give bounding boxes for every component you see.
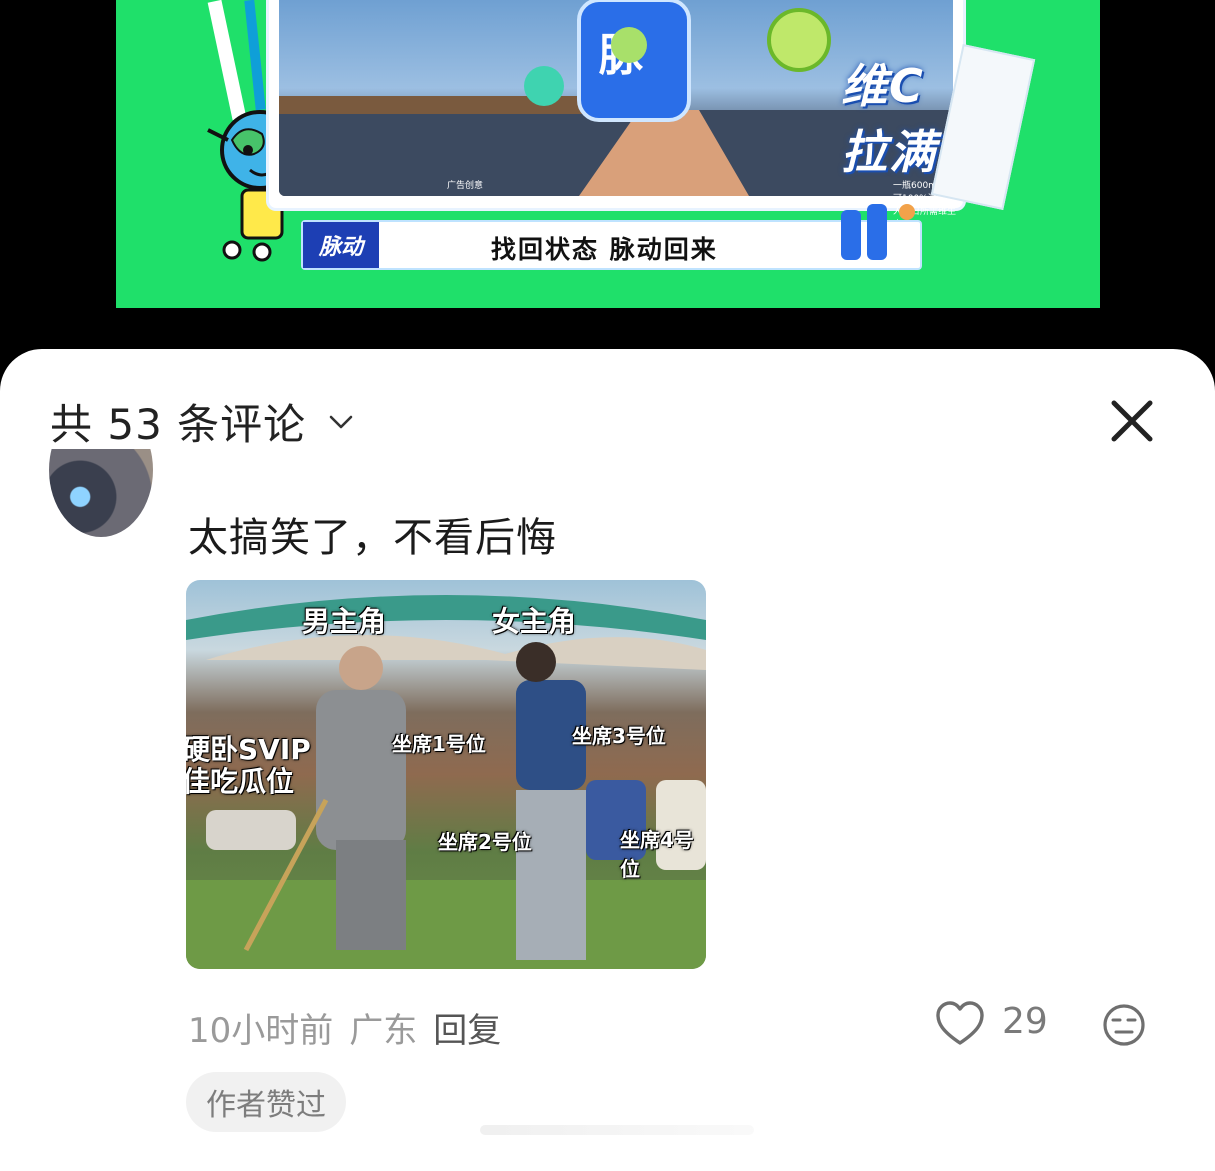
image-label-male-lead: 男主角 bbox=[302, 605, 387, 638]
author-liked-badge: 作者赞过 bbox=[186, 1072, 346, 1132]
image-label-seat-4: 坐席4号位 bbox=[620, 828, 694, 881]
comment-time: 10小时前 bbox=[188, 1011, 334, 1051]
comment-meta: 10小时前 广东 回复 bbox=[188, 1003, 517, 1052]
brand-logo: 脉动 bbox=[303, 222, 379, 268]
video-player[interactable]: 脉 维C拉满 广告创意 一瓶600ml脉动可100%满足成人每日所需维生素C 脉… bbox=[0, 0, 1215, 349]
comment-image[interactable]: 男主角 女主角 硬卧SVIP 佳吃瓜位 坐席1号位 坐席3号位 坐席2号位 坐席… bbox=[186, 580, 706, 969]
like-count: 29 bbox=[1002, 1001, 1048, 1042]
comments-sheet: 共 53 条评论 太搞笑了，不看后悔 男主角 女主角 硬卧SVIP 佳吃瓜位 坐… bbox=[0, 349, 1215, 1171]
comment-location: 广东 bbox=[349, 1011, 418, 1051]
ad-video-frame: 脉 维C拉满 广告创意 一瓶600ml脉动可100%满足成人每日所需维生素C bbox=[266, 0, 966, 230]
image-label-female-lead: 女主角 bbox=[492, 605, 577, 638]
bottles-icon bbox=[841, 204, 915, 260]
chevron-down-icon[interactable] bbox=[328, 409, 354, 435]
image-label-svip-line2: 佳吃瓜位 bbox=[186, 765, 295, 798]
ad-slogan-bar: 脉动 找回状态 脉动回来 bbox=[301, 204, 922, 270]
ad-slogan: 找回状态 脉动回来 bbox=[491, 235, 718, 264]
reply-button[interactable]: 回复 bbox=[433, 1003, 501, 1052]
image-label-svip-line1: 硬卧SVIP bbox=[186, 733, 311, 766]
comments-header[interactable]: 共 53 条评论 bbox=[50, 391, 354, 452]
image-label-svip: 硬卧SVIP 佳吃瓜位 bbox=[186, 734, 311, 798]
heart-icon[interactable] bbox=[936, 1001, 984, 1047]
ad-fineprint-left: 广告创意 bbox=[447, 181, 484, 191]
image-label-seat-3: 坐席3号位 bbox=[572, 724, 666, 748]
ad-banner[interactable]: 脉 维C拉满 广告创意 一瓶600ml脉动可100%满足成人每日所需维生素C 脉… bbox=[116, 0, 1100, 308]
avatar[interactable] bbox=[49, 449, 153, 537]
comment-count-title[interactable]: 共 53 条评论 bbox=[50, 391, 306, 452]
dislike-face-icon[interactable] bbox=[1102, 1003, 1146, 1047]
image-label-seat-1: 坐席1号位 bbox=[392, 732, 486, 756]
close-icon[interactable] bbox=[1104, 393, 1160, 449]
image-label-seat-2: 坐席2号位 bbox=[438, 830, 532, 854]
loading-placeholder bbox=[480, 1125, 754, 1135]
comment-text: 太搞笑了，不看后悔 bbox=[188, 515, 557, 561]
